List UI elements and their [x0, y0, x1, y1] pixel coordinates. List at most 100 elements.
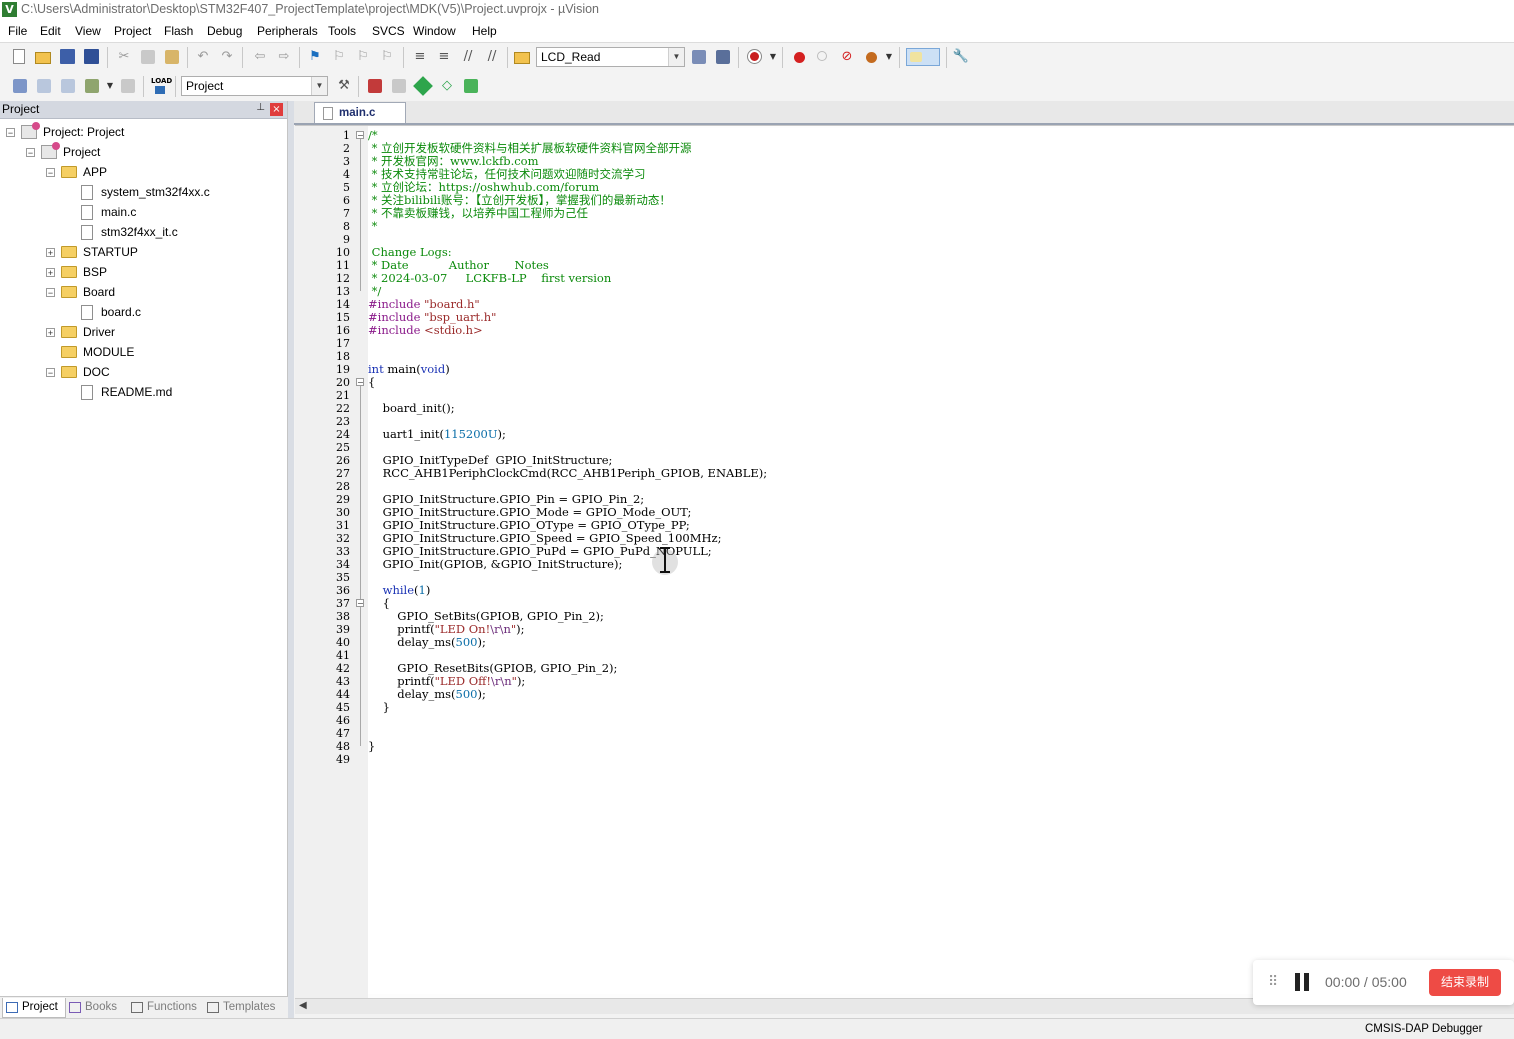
tab-books[interactable]: Books	[66, 998, 126, 1017]
prev-bookmark-icon[interactable]: ⚐	[330, 48, 348, 66]
tree-item[interactable]: − Project	[26, 142, 100, 162]
code-line[interactable]: #include <stdio.h>	[368, 324, 1514, 337]
window-layout-icon[interactable]	[906, 48, 940, 66]
chevron-down-icon[interactable]: ▼	[764, 48, 782, 66]
code-editor[interactable]: 1 2 3 4 5 6 7 8 9 10 11 12 13 14 15 16 17 18 19 20 21 22 23 24 2…	[295, 125, 1514, 999]
menu-peripherals[interactable]: Peripherals	[257, 24, 318, 38]
incremental-find-icon[interactable]	[690, 48, 708, 66]
chevron-down-icon[interactable]: ▼	[101, 77, 119, 95]
tree-item[interactable]: main.c	[66, 202, 136, 222]
expand-icon[interactable]: +	[46, 327, 55, 337]
undo-icon[interactable]: ↶	[194, 48, 212, 66]
collapse-icon[interactable]: −	[46, 167, 55, 177]
cut-icon[interactable]: ✂	[115, 48, 133, 66]
build-icon[interactable]	[35, 77, 53, 95]
start-debug-icon[interactable]	[746, 48, 764, 66]
tree-item[interactable]: + STARTUP	[46, 242, 138, 262]
menu-project[interactable]: Project	[114, 24, 151, 38]
menu-file[interactable]: File	[8, 24, 27, 38]
expand-icon[interactable]: +	[46, 247, 55, 257]
disable-all-breakpoints-icon[interactable]: ⊘	[838, 48, 856, 66]
select-packs-icon[interactable]	[390, 77, 408, 95]
code-line[interactable]: #include "bsp_uart.h"	[368, 311, 1514, 324]
menu-debug[interactable]: Debug	[207, 24, 242, 38]
configure-icon[interactable]: 🔧	[952, 48, 970, 66]
tree-item[interactable]: README.md	[66, 382, 172, 402]
pause-icon[interactable]	[1294, 973, 1310, 991]
menu-edit[interactable]: Edit	[40, 24, 61, 38]
tree-item[interactable]: − APP	[46, 162, 107, 182]
expand-icon[interactable]: +	[46, 267, 55, 277]
collapse-icon[interactable]: −	[46, 367, 55, 377]
comment-icon[interactable]: //	[459, 48, 477, 66]
multi-project-icon[interactable]	[462, 77, 480, 95]
indent-icon[interactable]: ≡	[411, 48, 429, 66]
uncomment-icon[interactable]: //	[483, 48, 501, 66]
tree-item[interactable]: MODULE	[46, 342, 134, 362]
code-line[interactable]: * 立创开发板软硬件资料与相关扩展板软硬件资料官网全部开源	[368, 142, 1514, 155]
code-line[interactable]: board_init();	[368, 402, 1514, 415]
rebuild-icon[interactable]	[59, 77, 77, 95]
tree-item[interactable]: board.c	[66, 302, 141, 322]
find-combo[interactable]: LCD_Read ▼	[536, 47, 685, 67]
translate-icon[interactable]	[11, 77, 29, 95]
code-line[interactable]	[368, 415, 1514, 428]
tab-templates[interactable]: Templates	[204, 998, 284, 1017]
redo-icon[interactable]: ↷	[218, 48, 236, 66]
code-line[interactable]: }	[368, 740, 1514, 753]
bookmark-icon[interactable]: ⚑	[306, 48, 324, 66]
code-line[interactable]: #include "board.h"	[368, 298, 1514, 311]
code-line[interactable]: printf("LED On!\r\n");	[368, 623, 1514, 636]
collapse-icon[interactable]: −	[6, 127, 15, 137]
kill-breakpoints-icon[interactable]	[862, 48, 880, 66]
code-line[interactable]	[368, 753, 1514, 766]
tree-item[interactable]: system_stm32f4xx.c	[66, 182, 210, 202]
code-line[interactable]: GPIO_SetBits(GPIOB, GPIO_Pin_2);	[368, 610, 1514, 623]
breakpoint-icon[interactable]	[790, 48, 808, 66]
open-file-icon[interactable]	[35, 48, 53, 66]
debug-settings-icon[interactable]	[714, 48, 732, 66]
fold-toggle-icon[interactable]: −	[356, 378, 364, 387]
batch-build-icon[interactable]	[83, 77, 101, 95]
tab-functions[interactable]: Functions	[128, 998, 202, 1017]
menu-flash[interactable]: Flash	[164, 24, 193, 38]
clear-bookmarks-icon[interactable]: ⚐	[378, 48, 396, 66]
tree-item[interactable]: + Driver	[46, 322, 115, 342]
code-line[interactable]: */	[368, 285, 1514, 298]
manage-project-items-icon[interactable]	[366, 77, 384, 95]
tree-item[interactable]: − DOC	[46, 362, 110, 382]
code-line[interactable]: while(1)	[368, 584, 1514, 597]
menu-window[interactable]: Window	[413, 24, 456, 38]
chevron-down-icon[interactable]: ▼	[880, 48, 898, 66]
code-line[interactable]: uart1_init(115200U);	[368, 428, 1514, 441]
new-file-icon[interactable]	[11, 48, 29, 66]
menu-svcs[interactable]: SVCS	[372, 24, 405, 38]
code-line[interactable]: GPIO_ResetBits(GPIOB, GPIO_Pin_2);	[368, 662, 1514, 675]
code-line[interactable]: {	[368, 376, 1514, 389]
code-line[interactable]: printf("LED Off!\r\n");	[368, 675, 1514, 688]
chevron-down-icon[interactable]: ▼	[668, 48, 684, 66]
tree-item[interactable]: − Project: Project	[6, 122, 124, 142]
code-line[interactable]: * 不靠卖板赚钱，以培养中国工程师为己任	[368, 207, 1514, 220]
code-line[interactable]: int main(void)	[368, 363, 1514, 376]
code-line[interactable]	[368, 571, 1514, 584]
save-all-icon[interactable]	[83, 48, 101, 66]
tab-project[interactable]: Project	[2, 998, 66, 1018]
copy-icon[interactable]	[139, 48, 157, 66]
menu-help[interactable]: Help	[472, 24, 497, 38]
code-line[interactable]	[368, 727, 1514, 740]
manage-rte-icon[interactable]	[413, 76, 433, 96]
tab-main-c[interactable]: main.c	[314, 102, 406, 123]
code-line[interactable]: * 2024-03-07 LCKFB-LP first version	[368, 272, 1514, 285]
tree-item[interactable]: − Board	[46, 282, 115, 302]
stop-build-icon[interactable]	[119, 77, 137, 95]
next-bookmark-icon[interactable]: ⚐	[354, 48, 372, 66]
code-line[interactable]	[368, 233, 1514, 246]
stop-recording-button[interactable]: 结束录制	[1429, 969, 1501, 996]
collapse-icon[interactable]: −	[46, 287, 55, 297]
fold-toggle-icon[interactable]: −	[356, 599, 364, 608]
pin-icon[interactable]: ⊥	[256, 102, 265, 113]
code-line[interactable]: delay_ms(500);	[368, 688, 1514, 701]
code-line[interactable]: }	[368, 701, 1514, 714]
menu-view[interactable]: View	[75, 24, 101, 38]
